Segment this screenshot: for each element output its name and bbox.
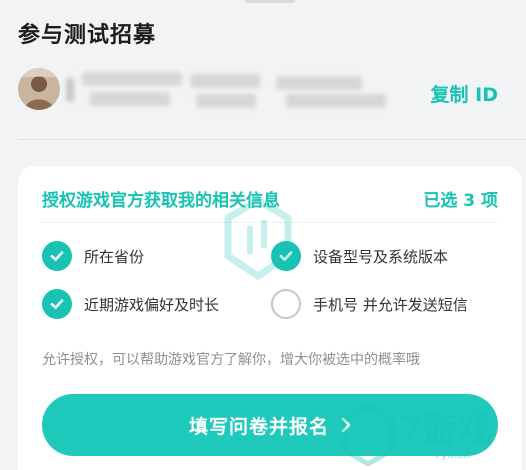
- selected-count: 已选 3 项: [423, 191, 498, 211]
- submit-label: 填写问卷并报名: [188, 415, 329, 438]
- user-avatar: [18, 68, 60, 110]
- option-label: 所在省份: [84, 247, 145, 266]
- checked-icon[interactable]: [42, 289, 72, 319]
- option-label: 手机号 并允许发送短信: [313, 295, 468, 314]
- option-device[interactable]: 设备型号及系统版本: [271, 239, 448, 273]
- section-divider: [18, 139, 526, 140]
- authorization-card: 授权游戏官方获取我的相关信息 已选 3 项 所在省份 设备型号及系统版本 近期游…: [18, 166, 522, 470]
- sheet-drag-handle[interactable]: [245, 0, 295, 3]
- authorization-hint: 允许授权，可以帮助游戏官方了解你，增大你被选中的概率哦: [42, 352, 420, 368]
- card-header: 授权游戏官方获取我的相关信息 已选 3 项: [42, 186, 498, 216]
- page-title: 参与测试招募: [18, 23, 157, 48]
- checked-icon[interactable]: [42, 241, 72, 271]
- checked-icon[interactable]: [271, 241, 301, 271]
- option-label: 设备型号及系统版本: [313, 247, 449, 266]
- option-province[interactable]: 所在省份: [42, 239, 144, 273]
- card-divider: [42, 222, 498, 223]
- option-game-preference[interactable]: 近期游戏偏好及时长: [42, 287, 219, 321]
- unchecked-circle-icon[interactable]: [271, 289, 301, 319]
- card-title: 授权游戏官方获取我的相关信息: [42, 191, 280, 211]
- user-row: 复制 ID: [18, 68, 508, 114]
- option-label: 近期游戏偏好及时长: [84, 295, 220, 314]
- copy-id-button[interactable]: 复制 ID: [431, 80, 498, 107]
- submit-signup-button[interactable]: 填写问卷并报名: [42, 394, 498, 456]
- option-phone[interactable]: 手机号 并允许发送短信: [271, 287, 468, 321]
- chevron-right-icon: [341, 417, 351, 433]
- user-name-blurred: [66, 70, 406, 110]
